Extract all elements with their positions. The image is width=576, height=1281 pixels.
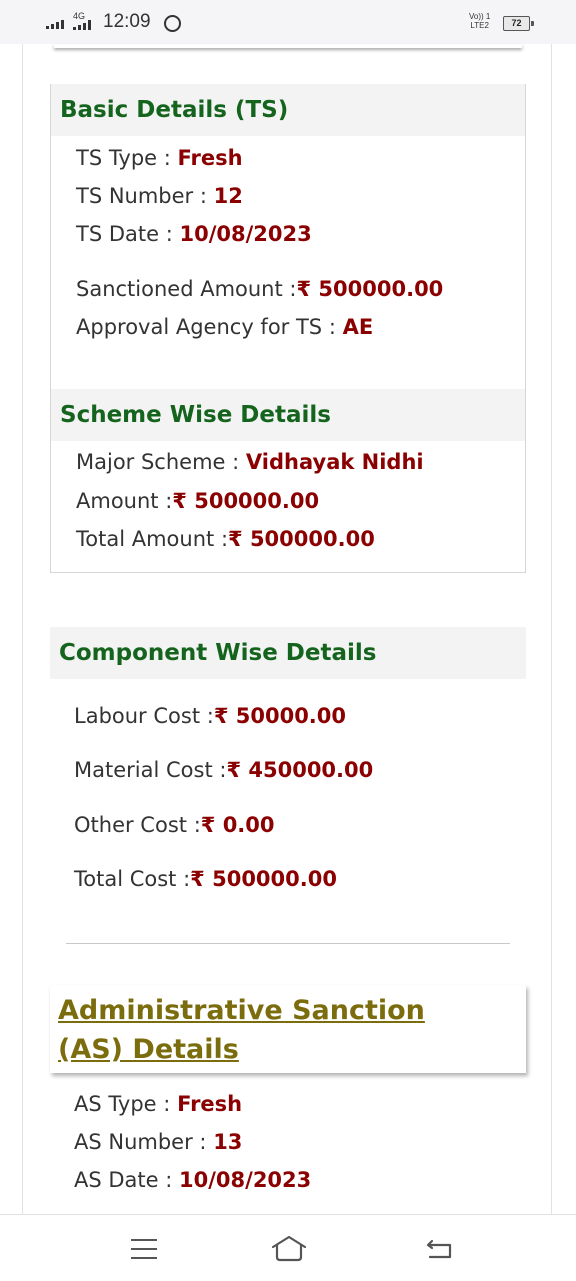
- total-cost-row: Total Cost :₹ 500000.00: [74, 867, 337, 891]
- whatsapp-icon: [164, 15, 181, 32]
- field-value: ₹ 500000.00: [228, 527, 375, 551]
- field-value: Vidhayak Nidhi: [245, 450, 424, 474]
- scheme-details-title: Scheme Wise Details: [60, 402, 331, 428]
- field-label: Approval Agency for TS: [76, 315, 323, 339]
- field-label: TS Number: [76, 184, 194, 208]
- as-type-row: AS Type : Fresh: [74, 1092, 243, 1116]
- labour-cost-row: Labour Cost :₹ 50000.00: [74, 704, 347, 728]
- ts-date-row: TS Date : 10/08/2023: [76, 222, 312, 246]
- home-icon[interactable]: [270, 1233, 308, 1263]
- as-details-title[interactable]: Administrative Sanction (AS) Details: [58, 991, 498, 1069]
- approval-agency-row: Approval Agency for TS : AE: [76, 315, 374, 339]
- amount-row: Amount :₹ 500000.00: [76, 489, 320, 513]
- field-value: ₹ 50000.00: [213, 704, 347, 728]
- field-label: Total Amount: [76, 527, 215, 551]
- status-bar: 4G 12:09 Vo)) 1 LTE2 72: [0, 0, 576, 44]
- field-label: Amount: [76, 489, 159, 513]
- field-label: Other Cost: [74, 813, 187, 837]
- volte-indicator: Vo)) 1 LTE2: [469, 12, 491, 30]
- field-value: ₹ 0.00: [200, 813, 275, 837]
- as-details-header[interactable]: Administrative Sanction (AS) Details: [50, 985, 526, 1073]
- field-label: AS Number: [74, 1130, 193, 1154]
- field-value: 10/08/2023: [179, 222, 312, 246]
- field-value: AE: [342, 315, 374, 339]
- field-label: Labour Cost: [74, 704, 201, 728]
- field-value: 13: [213, 1130, 243, 1154]
- ts-type-row: TS Type : Fresh: [76, 146, 243, 170]
- battery-icon: 72: [503, 16, 534, 31]
- basic-details-title: Basic Details (TS): [60, 97, 289, 123]
- total-amount-row: Total Amount :₹ 500000.00: [76, 527, 375, 551]
- sanctioned-amount-row: Sanctioned Amount :₹ 500000.00: [76, 277, 444, 301]
- field-value: ₹ 500000.00: [172, 489, 320, 513]
- material-cost-row: Material Cost :₹ 450000.00: [74, 758, 374, 782]
- major-scheme-row: Major Scheme : Vidhayak Nidhi: [76, 450, 424, 474]
- system-nav-bar: [0, 1214, 576, 1281]
- as-date-row: AS Date : 10/08/2023: [74, 1168, 312, 1192]
- scheme-details-header: Scheme Wise Details: [51, 389, 525, 441]
- back-icon[interactable]: [424, 1235, 456, 1261]
- clock: 12:09: [103, 11, 151, 32]
- other-cost-row: Other Cost :₹ 0.00: [74, 813, 275, 837]
- field-value: ₹ 450000.00: [226, 758, 374, 782]
- field-label: AS Date: [74, 1168, 159, 1192]
- as-number-row: AS Number : 13: [74, 1130, 243, 1154]
- field-value: ₹ 500000.00: [296, 277, 444, 301]
- component-details-title: Component Wise Details: [59, 640, 377, 666]
- field-value: Fresh: [177, 146, 243, 170]
- section-divider: [66, 943, 510, 944]
- field-value: 12: [213, 184, 243, 208]
- signal-icon-2: [73, 20, 91, 30]
- field-label: Sanctioned Amount: [76, 277, 283, 301]
- field-value: ₹ 500000.00: [190, 867, 337, 891]
- field-label: AS Type: [74, 1092, 157, 1116]
- field-value: 10/08/2023: [179, 1168, 312, 1192]
- previous-card-edge: [54, 44, 522, 48]
- signal-icon: [46, 17, 64, 29]
- field-label: Major Scheme: [76, 450, 226, 474]
- field-label: Total Cost: [74, 867, 177, 891]
- field-label: Material Cost: [74, 758, 213, 782]
- field-value: Fresh: [177, 1092, 243, 1116]
- basic-details-header: Basic Details (TS): [51, 84, 525, 136]
- ts-number-row: TS Number : 12: [76, 184, 243, 208]
- component-details-header: Component Wise Details: [50, 627, 526, 679]
- field-label: TS Type: [76, 146, 158, 170]
- menu-icon[interactable]: [131, 1239, 157, 1266]
- field-label: TS Date: [76, 222, 160, 246]
